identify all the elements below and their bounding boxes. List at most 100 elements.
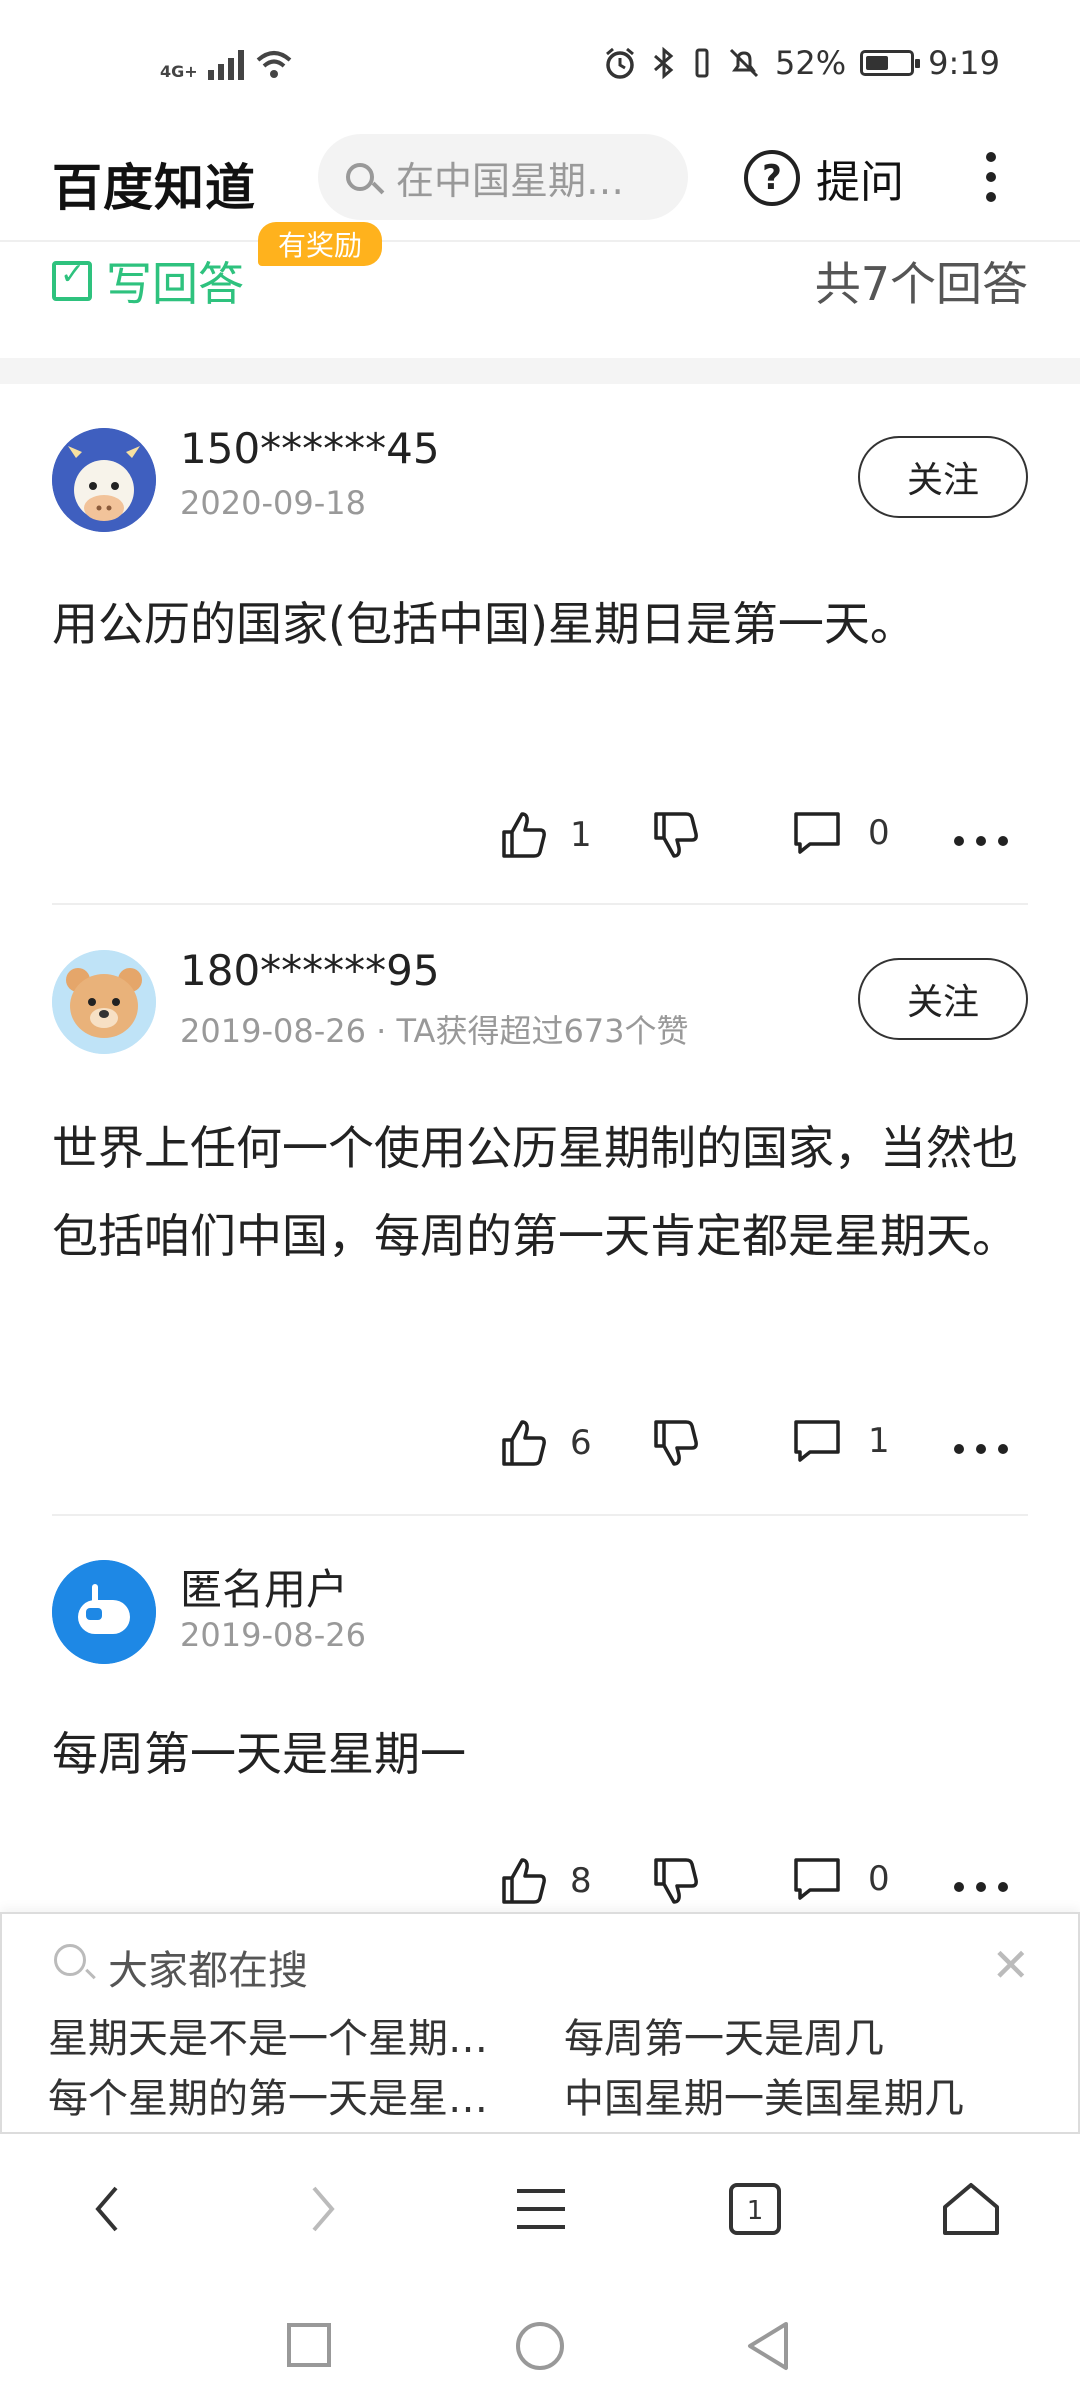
like-button[interactable]: 6 [500,1418,592,1468]
browser-nav-bar: 1 [0,2134,1080,2284]
comment-icon [794,1420,840,1462]
more-options-icon[interactable] [954,1882,1014,1892]
popular-search-item[interactable]: 每周第一天是周几 [564,2006,884,2064]
anonymous-avatar-icon [52,1560,156,1664]
chevron-right-icon [312,2186,335,2232]
comment-button[interactable]: 0 [792,810,890,856]
cow-avatar-icon [52,428,156,532]
status-bar: 4G+ 52% 9:19 [0,0,1080,130]
like-button[interactable]: 1 [500,810,592,860]
follow-button[interactable]: 关注 [858,958,1028,1040]
alarm-icon [606,47,634,79]
answer-content: 世界上任何一个使用公历星期制的国家，当然也包括咱们中国，每周的第一天肯定都是星期… [52,1121,1018,1263]
like-count: 1 [570,815,592,855]
answer-actions: 8 0 [500,1856,1020,1916]
recent-apps-icon[interactable] [286,2322,332,2368]
popular-search-title: 大家都在搜 [108,1948,308,1994]
comment-count: 0 [868,813,890,853]
bear-avatar-icon [52,950,156,1054]
edit-icon [52,257,92,301]
mute-icon [729,48,759,78]
tab-count: 1 [747,2196,764,2226]
battery-percent: 52% [775,44,847,82]
more-menu-icon[interactable] [986,152,998,212]
popular-search-item[interactable]: 每个星期的第一天是星… [48,2066,488,2124]
popular-search-item[interactable]: 星期天是不是一个星期… [48,2006,488,2064]
back-button[interactable] [72,2174,142,2244]
answer-content: 用公历的国家(包括中国)星期日是第一天。 [52,597,916,651]
write-answer-label: 写回答 [106,257,244,311]
avatar[interactable] [52,1560,156,1664]
more-options-icon[interactable] [954,836,1014,846]
popular-search-item[interactable]: 中国星期一美国星期几 [564,2066,964,2124]
thumbs-up-icon [502,1858,546,1904]
like-count: 6 [570,1423,592,1463]
user-name: 匿名用户 [180,1565,349,1614]
question-icon: ? [744,150,800,206]
avatar[interactable] [52,428,156,532]
section-gap [0,358,1080,384]
vibrate-icon [695,48,709,78]
answer-date: 2020-09-18 [180,484,366,522]
home-circle-icon[interactable] [514,2320,566,2372]
comment-count: 0 [868,1859,890,1899]
answer-card: 150******45 2020-09-18 关注 用公历的国家(包括中国)星期… [0,400,1080,905]
answer-count: 共7个回答 [814,257,1028,311]
tabs-button[interactable]: 1 [720,2174,790,2244]
home-button[interactable] [936,2174,1006,2244]
thumbs-down-icon [654,1858,698,1904]
answer-card: 匿名用户 2019-08-26 每周第一天是星期一 8 0 [0,1530,1080,1910]
tabs-icon: 1 [729,2183,781,2235]
thumbs-down-icon [654,812,698,858]
wifi-icon [256,51,291,78]
network-type: 4G+ [160,62,198,81]
battery-level [866,56,888,70]
clock: 9:19 [928,44,1000,82]
back-triangle-icon[interactable] [744,2320,792,2372]
answer-card: 180******95 2019-08-26 · TA获得超过673个赞 关注 … [0,920,1080,1520]
avatar[interactable] [52,950,156,1054]
comment-button[interactable]: 0 [792,1856,890,1902]
search-icon [346,163,374,191]
search-icon [54,1944,86,1976]
bluetooth-icon [654,46,674,80]
user-name[interactable]: 180******95 [180,946,440,995]
write-answer-button[interactable]: 写回答 [52,248,244,314]
more-options-icon[interactable] [954,1444,1014,1454]
close-icon[interactable]: ✕ [991,1938,1030,1992]
like-button[interactable]: 8 [500,1856,592,1906]
user-name[interactable]: 150******45 [180,424,440,473]
top-bar: 百度知道 在中国星期… ? 提问 [0,130,1080,242]
answer-date: 2019-08-26 [180,1616,366,1654]
search-placeholder: 在中国星期… [396,158,625,203]
thumbs-up-icon [502,1420,546,1466]
answer-meta: 2019-08-26 · TA获得超过673个赞 [180,1012,689,1050]
menu-button[interactable] [506,2174,576,2244]
reward-badge: 有奖励 [258,222,383,266]
network-indicator: 4G+ [160,48,294,80]
dislike-button[interactable] [652,810,700,860]
home-icon [943,2183,999,2235]
signal-icon [207,48,244,80]
like-count: 8 [570,1861,592,1901]
answer-bar: 写回答 有奖励 共7个回答 [0,222,1080,358]
follow-button[interactable]: 关注 [858,436,1028,518]
ask-question-button[interactable]: ? 提问 [744,146,904,210]
system-nav-bar [0,2284,1080,2400]
dislike-button[interactable] [652,1856,700,1906]
answer-content: 每周第一天是星期一 [52,1727,466,1781]
status-icons: 52% 9:19 [603,44,1000,82]
dislike-button[interactable] [652,1418,700,1468]
forward-button[interactable] [288,2174,358,2244]
search-input[interactable]: 在中国星期… [318,134,688,220]
thumbs-down-icon [654,1420,698,1466]
divider [52,903,1028,905]
comment-button[interactable]: 1 [792,1418,890,1464]
battery-icon [860,50,921,76]
answer-actions: 6 1 [500,1418,1020,1478]
baidu-zhidao-logo[interactable]: 百度知道 [52,148,256,220]
comment-icon [794,1858,840,1900]
thumbs-up-icon [502,812,546,858]
chevron-left-icon [95,2186,118,2232]
divider [52,1514,1028,1516]
